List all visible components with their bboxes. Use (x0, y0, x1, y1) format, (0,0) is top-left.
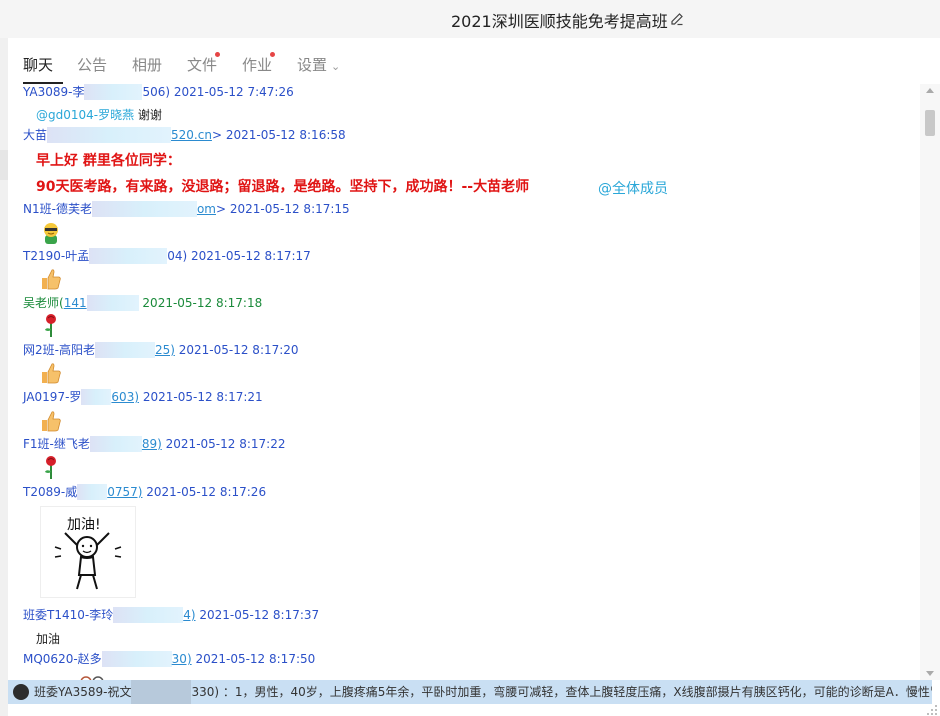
sender-name[interactable]: 大苗 (23, 128, 47, 142)
tab-announcements[interactable]: 公告 (77, 54, 107, 75)
sender-name[interactable]: 吴老师( (23, 296, 64, 310)
notice-text: 班委YA3589-祝文 330) ：1，男性，40岁，上腹疼痛5年余，平卧时加重，… (34, 680, 932, 704)
notice-sender: 班委YA3589-祝文 (34, 685, 132, 699)
sender-email-end: > (215, 202, 227, 216)
sender-id[interactable]: 0757) (107, 485, 142, 499)
tab-bar: 聊天 公告 相册 文件 作业 设置 ⌄ (8, 38, 940, 84)
message-header: YA3089-李 506) 2021-05-12 7:47:26 (23, 84, 294, 100)
cool-face-emoji (44, 223, 58, 244)
sticker-caption: 加油! (67, 517, 101, 533)
message-header: JA0197-罗 603) 2021-05-12 8:17:21 (23, 389, 263, 405)
partial-emoji-icon (80, 676, 104, 680)
sender-name[interactable]: 网2班-高阳老 (23, 343, 95, 357)
message-time: 2021-05-12 8:17:26 (146, 485, 267, 499)
sender-id: 04) (167, 249, 188, 263)
message-time: 2021-05-12 8:17:20 (178, 343, 299, 357)
sender-name[interactable]: MQ0620-赵多 (23, 652, 102, 666)
pencil-icon[interactable] (670, 12, 684, 26)
message-time: 2021-05-12 8:17:21 (142, 390, 263, 404)
announcement-line-1: 早上好 群里各位同学： (36, 153, 181, 169)
sender-name[interactable]: F1班-继飞老 (23, 437, 90, 451)
tab-chat[interactable]: 聊天 (23, 54, 53, 75)
mention[interactable]: @gd0104-罗晓燕 (36, 108, 134, 122)
scroll-thumb[interactable] (925, 110, 935, 136)
cheer-figure-icon: 加油! (54, 517, 122, 590)
thumbs-up-emoji (42, 269, 61, 290)
chat-history[interactable]: YA3089-李 506) 2021-05-12 7:47:26 @gd0104-… (8, 84, 920, 680)
sender-name[interactable]: YA3089-李 (23, 85, 84, 99)
notice-preview: 330) ：1，男性，40岁，上腹疼痛5年余，平卧时加重，弯腰可减轻，查体上腹轻… (191, 685, 932, 699)
message-time: 2021-05-12 8:17:50 (195, 652, 316, 666)
sender-id[interactable]: 89) (142, 437, 162, 451)
message-header: 吴老师(141 2021-05-12 8:17:18 (23, 295, 262, 311)
chevron-down-icon: ⌄ (331, 60, 341, 73)
message-header: T2089-威 0757) 2021-05-12 8:17:26 (23, 484, 266, 500)
thumbs-up-emoji (42, 363, 61, 384)
thumbs-up-emoji (42, 411, 61, 432)
sender-id[interactable]: 25) (155, 343, 175, 357)
new-message-notice[interactable]: 班委YA3589-祝文 330) ：1，男性，40岁，上腹疼痛5年余，平卧时加重，… (8, 680, 932, 704)
sender-email[interactable]: 520.cn (171, 128, 212, 142)
sender-id[interactable]: 603) (111, 390, 139, 404)
sender-id[interactable]: 30) (172, 652, 192, 666)
message-header: N1班-德芙老 om> 2021-05-12 8:17:15 (23, 201, 350, 217)
message-time: 2021-05-12 7:47:26 (173, 85, 294, 99)
sender-name[interactable]: T2089-威 (23, 485, 77, 499)
tab-homework[interactable]: 作业 (242, 54, 272, 75)
scroll-up-icon[interactable] (926, 88, 934, 93)
tab-album[interactable]: 相册 (132, 54, 162, 75)
sender-name[interactable]: 班委T1410-李玲 (23, 608, 113, 622)
mention-all[interactable]: @全体成员 (598, 178, 668, 198)
sender-name[interactable]: N1班-德芙老 (23, 202, 92, 216)
tab-files[interactable]: 文件 (187, 54, 217, 75)
scroll-down-icon[interactable] (926, 671, 934, 676)
message-header: 大苗 520.cn> 2021-05-12 8:16:58 (23, 127, 346, 143)
message-body: 谢谢 (134, 108, 162, 122)
message-time: 2021-05-12 8:17:17 (190, 249, 311, 263)
rose-emoji (45, 456, 56, 479)
message-time: 2021-05-12 8:17:15 (229, 202, 350, 216)
sender-email-end: > (211, 128, 222, 142)
resize-grip-icon[interactable] (926, 704, 938, 716)
message-text: @gd0104-罗晓燕 谢谢 (36, 106, 162, 123)
rose-emoji (45, 314, 56, 337)
sender-name[interactable]: JA0197-罗 (23, 390, 81, 404)
message-time: 2021-05-12 8:17:18 (142, 296, 263, 310)
window-title: 2021深圳医顺技能免考提高班 (451, 12, 668, 31)
sender-id[interactable]: 4) (183, 608, 195, 622)
message-time: 2021-05-12 8:16:58 (225, 128, 346, 142)
message-header: 班委T1410-李玲 4) 2021-05-12 8:17:37 (23, 607, 319, 623)
announcement-line-2: 90天医考路，有来路，没退路；留退路，是绝路。坚持下，成功路！--大苗老师 (36, 179, 530, 195)
avatar (13, 684, 29, 700)
sender-id[interactable]: 141 (64, 296, 87, 310)
message-time: 2021-05-12 8:17:22 (165, 437, 286, 451)
chat-scrollbar[interactable] (920, 84, 940, 680)
sender-id: 506) (142, 85, 171, 99)
message-time: 2021-05-12 8:17:37 (199, 608, 320, 622)
message-header: 网2班-高阳老 25) 2021-05-12 8:17:20 (23, 342, 299, 358)
title-bar: 2021深圳医顺技能免考提高班 (0, 0, 940, 38)
message-body: 加油 (36, 632, 61, 646)
left-panel-edge (0, 38, 8, 716)
files-badge (215, 52, 220, 57)
cheer-sticker[interactable]: 加油! (40, 506, 136, 598)
tab-settings[interactable]: 设置 ⌄ (297, 54, 340, 75)
message-header: T2190-叶孟 04) 2021-05-12 8:17:17 (23, 248, 311, 264)
homework-badge (270, 52, 275, 57)
sender-email[interactable]: om (197, 202, 216, 216)
sender-name[interactable]: T2190-叶孟 (23, 249, 89, 263)
tab-settings-label: 设置 (297, 56, 328, 74)
message-header: F1班-继飞老 89) 2021-05-12 8:17:22 (23, 436, 285, 452)
message-header: MQ0620-赵多 30) 2021-05-12 8:17:50 (23, 651, 315, 667)
